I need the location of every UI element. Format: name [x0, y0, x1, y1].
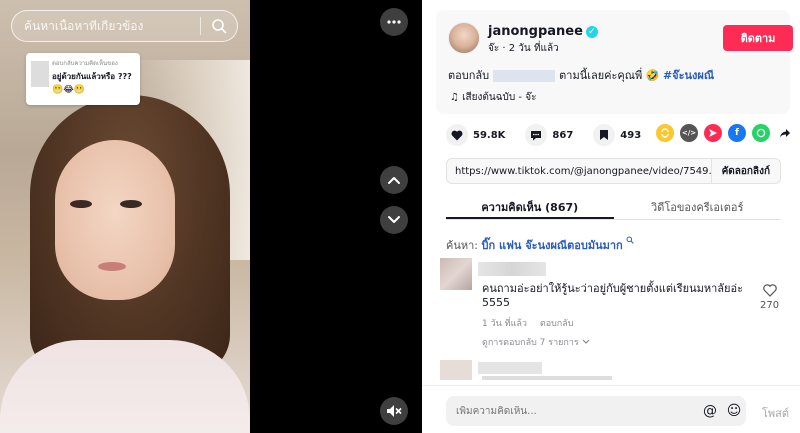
comment-input[interactable]	[446, 405, 698, 417]
send-to-friends-button[interactable]	[704, 124, 722, 142]
commenter-name-redacted[interactable]	[478, 262, 546, 276]
mention-icon[interactable]: @	[698, 403, 722, 419]
action-bar: 59.8K 867 493	[446, 124, 661, 146]
comment-reply-button[interactable]: ตอบกลับ	[540, 319, 574, 329]
whatsapp-icon	[756, 128, 766, 138]
reply-card-header: ตอบกลับความคิดเห็นของ	[52, 60, 118, 67]
more-options-button[interactable]	[380, 8, 408, 36]
comment-meta: 1 วัน ที่แล้ว ตอบกลับ	[482, 316, 583, 330]
video-person-shirt	[0, 340, 250, 433]
comment-like[interactable]: 270	[760, 284, 779, 311]
search-button[interactable]	[201, 11, 237, 41]
heart-outline-icon	[762, 284, 777, 297]
previous-video-button[interactable]	[380, 166, 408, 194]
related-search-hint[interactable]: ค้นหา: บิ๊ก แฟน จ๊ะนงผณีตอบมันมาก	[446, 236, 634, 254]
comment-text: คนถามอ่ะอย่าให้รู้นะว่าอยู่กับผู้ชายตั้ง…	[482, 282, 744, 309]
commenter-avatar[interactable]	[440, 360, 472, 380]
caption-blurred-mention	[493, 70, 556, 82]
volume-mute-icon	[387, 405, 402, 417]
commenter-name-redacted[interactable]	[478, 362, 542, 374]
bookmark-icon	[600, 130, 609, 140]
more-share-button[interactable]	[776, 124, 794, 142]
search-hint-prefix: ค้นหา:	[446, 239, 482, 252]
send-icon	[709, 129, 717, 137]
facebook-share-button[interactable]: f	[728, 124, 746, 142]
video-caption: ตอบกลับ ตามนี้เลยค่ะคุณพี่ 🤣 #จ๊ะนงผณี	[448, 66, 714, 84]
like-button[interactable]	[446, 124, 468, 146]
emoji-icon[interactable]: ☺	[722, 403, 746, 419]
whatsapp-share-button[interactable]	[752, 124, 770, 142]
next-video-button[interactable]	[380, 206, 408, 234]
search-small-icon	[626, 236, 634, 244]
comment-time: 1 วัน ที่แล้ว	[482, 319, 527, 329]
author-meta: จ๊ะ · 2 วัน ที่แล้ว	[488, 43, 559, 54]
video-url[interactable]: https://www.tiktok.com/@janongpanee/vide…	[447, 166, 711, 177]
music-link[interactable]: ♫ เสียงต้นฉบับ - จ๊ะ	[450, 90, 536, 105]
caption-hashtag[interactable]: #จ๊ะนงผณี	[663, 69, 714, 82]
verified-badge-icon: ✓	[585, 25, 598, 38]
comment-item-partial	[440, 360, 640, 380]
video-side-controls	[250, 0, 422, 433]
reply-card-emoji: 😬😂😬	[52, 85, 85, 95]
video-link-box: https://www.tiktok.com/@janongpanee/vide…	[446, 158, 781, 184]
caption-text: ตามนี้เลยค่ะคุณพี่ 🤣	[559, 69, 660, 82]
search-hint-query[interactable]: บิ๊ก แฟน จ๊ะนงผณีตอบมันมาก	[482, 239, 623, 252]
caption-prefix: ตอบกลับ	[448, 69, 490, 82]
video-person-lips	[98, 262, 126, 271]
video-person-face	[55, 140, 175, 300]
video-person-eye-left	[70, 200, 92, 208]
comment-text-partial	[482, 376, 612, 380]
comment-button[interactable]	[525, 124, 548, 146]
mute-button[interactable]	[380, 397, 408, 425]
share-arrow-icon	[780, 129, 790, 138]
comment-icon	[531, 130, 542, 140]
video-person-eye-right	[120, 200, 142, 208]
comment-count: 867	[552, 129, 574, 141]
copy-link-button[interactable]: คัดลอกลิงก์	[710, 159, 780, 183]
author-username-text[interactable]: janongpanee	[488, 24, 583, 39]
video-search-bar	[11, 10, 238, 42]
save-action[interactable]: 493	[593, 124, 641, 146]
view-replies-label: ดูการตอบกลับ 7 รายการ	[482, 338, 579, 348]
reply-card-text: อยู่ด้วยกันแล้วหรือ ???	[52, 72, 132, 81]
view-replies-button[interactable]: ดูการตอบกลับ 7 รายการ	[482, 335, 590, 349]
embed-icon: </>	[681, 129, 697, 137]
like-action[interactable]: 59.8K	[446, 124, 505, 146]
video-search-input[interactable]	[12, 19, 200, 33]
author-avatar[interactable]	[448, 22, 480, 54]
more-horizontal-icon	[387, 20, 401, 24]
chevron-up-icon	[388, 177, 400, 184]
reply-card-avatar	[31, 61, 49, 87]
share-icons: </> f	[650, 124, 794, 142]
comment-composer: @ ☺ โพสต์	[422, 385, 800, 433]
facebook-icon: f	[735, 128, 739, 138]
video-player[interactable]: ตอบกลับความคิดเห็นของ อยู่ด้วยกันแล้วหรื…	[0, 0, 250, 433]
chevron-down-icon	[582, 339, 590, 344]
author-card: janongpanee ✓ จ๊ะ · 2 วัน ที่แล้ว ติดตาม …	[436, 10, 793, 114]
comment-action[interactable]: 867	[525, 124, 573, 146]
post-comment-button[interactable]: โพสต์	[762, 404, 789, 422]
save-count: 493	[620, 129, 642, 141]
follow-button[interactable]: ติดตาม	[723, 25, 793, 51]
search-icon	[212, 19, 227, 34]
repost-icon	[661, 128, 669, 138]
chevron-down-icon	[388, 216, 400, 223]
tab-creator-videos[interactable]: วิดีโอของครีเอเตอร์	[614, 192, 782, 219]
comment-input-wrapper: @ ☺	[446, 396, 746, 426]
tab-comments[interactable]: ความคิดเห็น (867)	[446, 192, 614, 219]
repost-button[interactable]	[656, 124, 674, 142]
comment-like-count: 270	[760, 300, 780, 311]
embed-button[interactable]: </>	[680, 124, 698, 142]
details-panel: janongpanee ✓ จ๊ะ · 2 วัน ที่แล้ว ติดตาม …	[422, 0, 800, 433]
save-button[interactable]	[593, 124, 616, 146]
heart-icon	[451, 130, 463, 140]
tiktok-video-page: ตอบกลับความคิดเห็นของ อยู่ด้วยกันแล้วหรื…	[0, 0, 800, 433]
commenter-avatar[interactable]	[440, 258, 472, 290]
panel-tabs: ความคิดเห็น (867) วิดีโอของครีเอเตอร์	[446, 192, 781, 220]
reply-comment-sticker: ตอบกลับความคิดเห็นของ อยู่ด้วยกันแล้วหรื…	[26, 53, 140, 105]
author-username[interactable]: janongpanee ✓	[488, 24, 598, 39]
like-count: 59.8K	[473, 129, 506, 141]
